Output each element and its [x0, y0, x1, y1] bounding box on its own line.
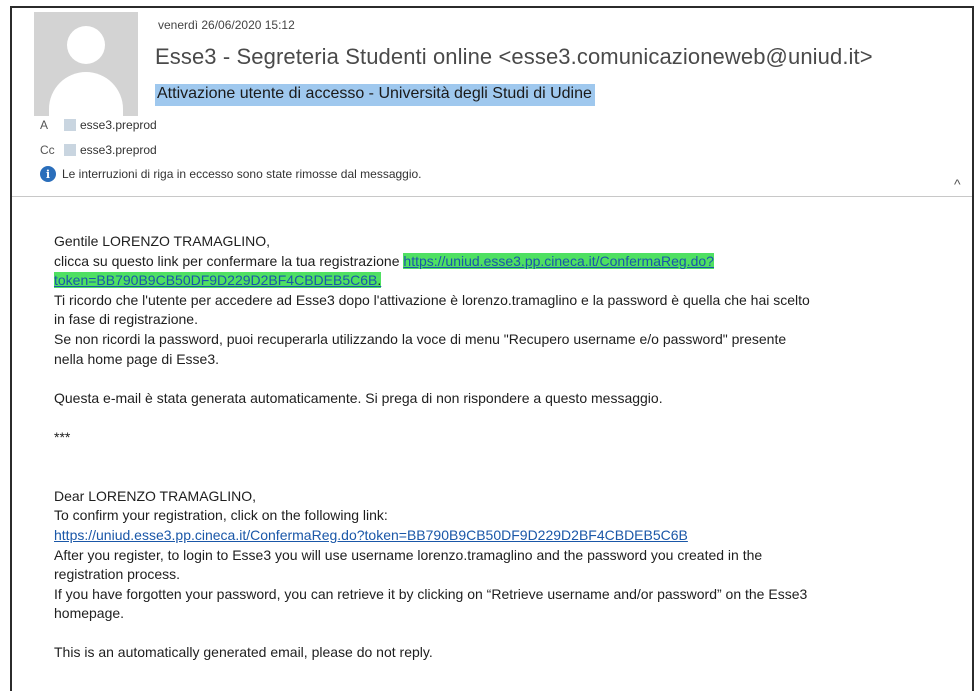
email-subject: Attivazione utente di accesso - Universi… — [155, 84, 595, 106]
body-line-en: After you register, to login to Esse3 yo… — [54, 546, 763, 563]
header-divider — [12, 196, 972, 197]
body-line-en: registration process. — [54, 566, 181, 583]
body-line-en: If you have forgotten your password, you… — [54, 585, 808, 602]
body-line-it: nella home page di Esse3. — [54, 350, 219, 367]
cc-label: Cc — [40, 143, 55, 157]
info-icon: i — [40, 166, 56, 182]
to-recipient[interactable]: esse3.preprod — [80, 118, 157, 132]
info-bar-text: Le interruzioni di riga in eccesso sono … — [62, 167, 422, 181]
email-body: Gentile LORENZO TRAMAGLINO, clicca su qu… — [54, 232, 954, 663]
body-text-it: clicca su questo link per confermare la … — [54, 252, 404, 269]
confirmation-link-en[interactable]: https://uniud.esse3.pp.cineca.it/Conferm… — [54, 527, 688, 543]
auto-notice-it: Questa e-mail è stata generata automatic… — [54, 389, 663, 406]
cc-row: Cc esse3.preprod — [40, 143, 157, 157]
body-line-it: Se non ricordi la password, puoi recuper… — [54, 330, 787, 347]
body-line-it: Ti ricordo che l'utente per accedere ad … — [54, 291, 810, 308]
sender-avatar — [34, 12, 138, 116]
greeting-it: Gentile LORENZO TRAMAGLINO, — [54, 233, 271, 249]
auto-notice-en: This is an automatically generated email… — [54, 644, 433, 661]
contact-icon — [64, 144, 76, 156]
body-line-it: in fase di registrazione. — [54, 311, 198, 328]
to-row: A esse3.preprod — [40, 118, 157, 132]
body-line-en: https://uniud.esse3.pp.cineca.it/Conferm… — [54, 526, 954, 546]
collapse-header-icon[interactable]: ^ — [954, 176, 961, 192]
separator: *** — [54, 428, 71, 445]
info-bar[interactable]: i Le interruzioni di riga in eccesso son… — [40, 166, 422, 182]
contact-icon — [64, 119, 76, 131]
email-date: venerdì 26/06/2020 15:12 — [158, 18, 295, 32]
confirmation-link-it[interactable]: https://uniud.esse3.pp.cineca.it/Conferm… — [403, 252, 714, 269]
cc-recipient[interactable]: esse3.preprod — [80, 143, 157, 157]
body-line-en: homepage. — [54, 605, 125, 622]
avatar-head-shape — [67, 26, 105, 64]
greeting-en: Dear LORENZO TRAMAGLINO, — [54, 487, 257, 504]
confirmation-link-it-token[interactable]: token=BB790B9CB50DF9D229D2BF4CBDEB5C6B. — [54, 272, 382, 289]
to-label: A — [40, 118, 49, 132]
body-line-it: token=BB790B9CB50DF9D229D2BF4CBDEB5C6B. — [54, 271, 954, 291]
body-line-en: To confirm your registration, click on t… — [54, 507, 388, 524]
email-sender[interactable]: Esse3 - Segreteria Studenti online <esse… — [155, 44, 873, 70]
avatar-body-shape — [49, 72, 123, 116]
body-line-it: clicca su questo link per confermare la … — [54, 252, 954, 272]
